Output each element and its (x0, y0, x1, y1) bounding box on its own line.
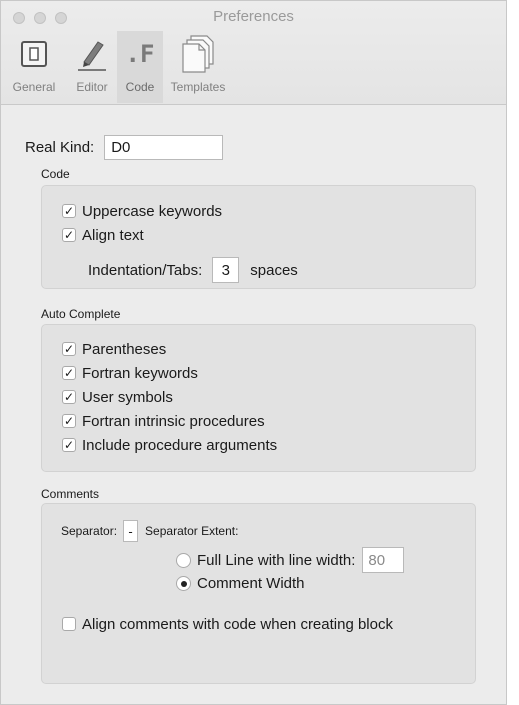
radio-selected (176, 576, 191, 591)
titlebar: Preferences General Editor .F Code Templ… (1, 1, 506, 105)
check-icon: ✓ (62, 414, 76, 428)
tab-general-label: General (12, 80, 56, 94)
tab-general[interactable]: General (1, 31, 67, 103)
separator-label: Separator: (61, 524, 118, 538)
check-icon: ✓ (62, 438, 76, 452)
check-icon: ✓ (62, 228, 76, 242)
fortran-keywords-checkbox[interactable]: ✓ Fortran keywords (62, 361, 277, 385)
tab-editor[interactable]: Editor (67, 31, 117, 103)
full-line-radio[interactable]: Full Line with line width: 80 (176, 547, 405, 573)
user-symbols-label: User symbols (82, 388, 173, 406)
check-icon: ✓ (62, 390, 76, 404)
parentheses-label: Parentheses (82, 340, 167, 358)
comments-section-title: Comments (41, 487, 100, 501)
separator-field[interactable]: - (123, 520, 139, 542)
tab-code-label: Code (125, 80, 155, 94)
pen-icon (70, 33, 114, 75)
check-icon: ✓ (62, 342, 76, 356)
fortran-intrinsic-procedures-checkbox[interactable]: ✓ Fortran intrinsic procedures (62, 409, 277, 433)
switch-icon (12, 33, 56, 75)
tab-templates[interactable]: Templates (163, 31, 233, 103)
separator-extent-label: Separator Extent: (145, 524, 239, 538)
fortran-intrinsic-procedures-label: Fortran intrinsic procedures (82, 412, 265, 430)
comment-width-label: Comment Width (197, 575, 305, 592)
fortran-keywords-label: Fortran keywords (82, 364, 198, 382)
tab-code[interactable]: .F Code (117, 31, 163, 103)
radio-dot (180, 580, 187, 587)
user-symbols-checkbox[interactable]: ✓ User symbols (62, 385, 277, 409)
comment-width-radio[interactable]: Comment Width (176, 575, 305, 592)
check-icon: ✓ (62, 204, 76, 218)
code-preferences-pane: Real Kind: D0 Code ✓ Uppercase keywords … (13, 105, 494, 704)
separator-row: Separator: - Separator Extent: (61, 520, 238, 542)
real-kind-row: Real Kind: D0 (25, 135, 224, 160)
unchecked-box (62, 617, 76, 631)
fortran-f-icon: .F (118, 33, 162, 75)
tab-editor-label: Editor (76, 80, 108, 94)
align-text-label: Align text (82, 226, 144, 244)
indentation-unit: spaces (250, 261, 298, 279)
align-text-checkbox[interactable]: ✓ Align text (62, 223, 222, 247)
include-procedure-arguments-checkbox[interactable]: ✓ Include procedure arguments (62, 433, 277, 457)
code-group-box: ✓ Uppercase keywords ✓ Align text Indent… (41, 185, 476, 289)
auto-complete-section-title: Auto Complete (41, 307, 121, 321)
parentheses-checkbox[interactable]: ✓ Parentheses (62, 337, 277, 361)
comments-group-box: Separator: - Separator Extent: Full Line… (41, 503, 476, 684)
window-title: Preferences (213, 8, 294, 25)
real-kind-label: Real Kind: (25, 139, 95, 156)
uppercase-keywords-label: Uppercase keywords (82, 202, 223, 220)
include-procedure-arguments-label: Include procedure arguments (82, 436, 278, 454)
auto-complete-group-box: ✓ Parentheses ✓ Fortran keywords ✓ User … (41, 324, 476, 472)
uppercase-keywords-checkbox[interactable]: ✓ Uppercase keywords (62, 199, 222, 223)
code-section-title: Code (41, 167, 70, 181)
indentation-row: Indentation/Tabs: 3 spaces (88, 257, 298, 283)
real-kind-field[interactable]: D0 (104, 135, 224, 160)
documents-icon (176, 33, 220, 75)
full-line-label: Full Line with line width: (197, 551, 356, 569)
check-icon: ✓ (62, 366, 76, 380)
toolbar-tabs: General Editor .F Code Templates (1, 31, 233, 103)
line-width-field[interactable]: 80 (362, 547, 405, 573)
align-comments-checkbox[interactable]: Align comments with code when creating b… (62, 612, 393, 636)
radio-unselected (176, 552, 191, 568)
indentation-label: Indentation/Tabs: (88, 261, 203, 279)
indentation-field[interactable]: 3 (212, 257, 240, 283)
code-icon-text: .F (125, 40, 155, 68)
align-comments-label: Align comments with code when creating b… (82, 615, 393, 633)
preferences-window: Preferences General Editor .F Code Templ… (0, 0, 507, 705)
tab-templates-label: Templates (170, 80, 226, 94)
